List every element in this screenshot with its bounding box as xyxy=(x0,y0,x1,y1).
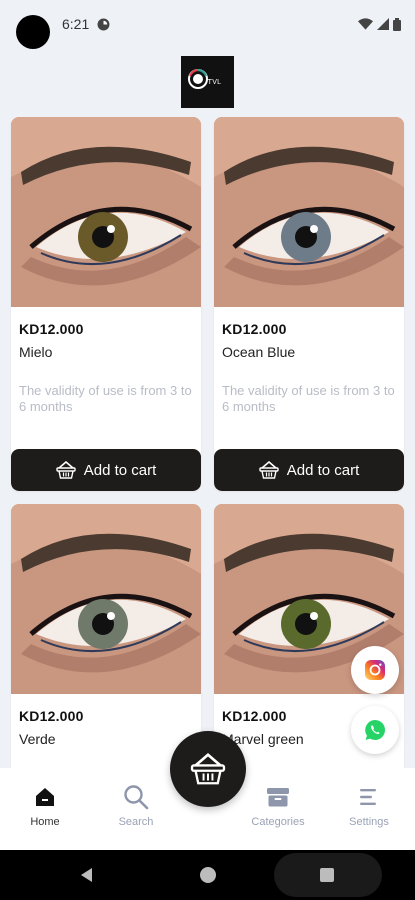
product-name: Verde xyxy=(19,731,56,747)
product-name: Ocean Blue xyxy=(222,344,296,360)
status-bar: 6:21 xyxy=(0,0,415,52)
cart-fab-button[interactable] xyxy=(170,731,246,807)
search-icon xyxy=(124,785,149,810)
add-to-cart-label: Add to cart xyxy=(83,461,157,479)
product-price: KD12.000 xyxy=(222,708,287,724)
nav-label-settings: Settings xyxy=(349,816,389,828)
product-card[interactable]: KD12.000 Ocean Blue The validity of use … xyxy=(214,117,404,491)
battery-icon xyxy=(393,17,401,31)
brand-logo: TVL xyxy=(181,56,234,108)
whatsapp-button[interactable] xyxy=(351,706,399,754)
add-to-cart-button[interactable]: Add to cart xyxy=(214,449,404,491)
basket-icon xyxy=(259,461,279,479)
product-description: The validity of use is from 3 to 6 month… xyxy=(222,383,395,414)
logo-mark-icon xyxy=(188,69,208,89)
sync-icon xyxy=(97,18,110,30)
basket-icon xyxy=(190,753,226,785)
add-to-cart-label: Add to cart xyxy=(286,461,360,479)
basket-icon xyxy=(56,461,76,479)
nav-label-search: Search xyxy=(118,816,154,828)
instagram-icon xyxy=(365,660,385,680)
archive-box-icon xyxy=(267,788,289,807)
nav-label-categories: Categories xyxy=(251,816,305,828)
nav-item-home[interactable]: Home xyxy=(5,782,85,828)
product-price: KD12.000 xyxy=(19,321,84,337)
logo-text: TVL xyxy=(207,78,222,86)
product-image[interactable] xyxy=(11,504,201,694)
add-to-cart-button[interactable]: Add to cart xyxy=(11,449,201,491)
product-price: KD12.000 xyxy=(19,708,84,724)
product-card[interactable]: KD12.000 Mielo The validity of use is fr… xyxy=(11,117,201,491)
nav-item-search[interactable]: Search xyxy=(96,782,176,828)
wifi-icon xyxy=(358,18,373,30)
home-icon xyxy=(36,788,54,806)
instagram-button[interactable] xyxy=(351,646,399,694)
camera-cutout xyxy=(16,15,50,49)
product-image[interactable] xyxy=(214,117,404,307)
product-description: The validity of use is from 3 to 6 month… xyxy=(19,383,192,414)
nav-item-settings[interactable]: Settings xyxy=(329,782,409,828)
whatsapp-icon xyxy=(365,720,385,740)
system-navigation-bar xyxy=(0,850,415,900)
product-name: Mielo xyxy=(19,344,53,360)
product-price: KD12.000 xyxy=(222,321,287,337)
product-card[interactable]: KD12.000 Verde xyxy=(11,504,201,784)
signal-icon xyxy=(377,18,389,30)
status-time: 6:21 xyxy=(62,16,90,32)
menu-lines-icon xyxy=(360,789,376,805)
back-icon[interactable] xyxy=(78,866,96,884)
home-circle-icon[interactable] xyxy=(200,867,216,883)
recents-square-icon[interactable] xyxy=(320,868,334,882)
nav-item-categories[interactable]: Categories xyxy=(238,782,318,828)
product-image[interactable] xyxy=(11,117,201,307)
nav-label-home: Home xyxy=(30,816,60,828)
